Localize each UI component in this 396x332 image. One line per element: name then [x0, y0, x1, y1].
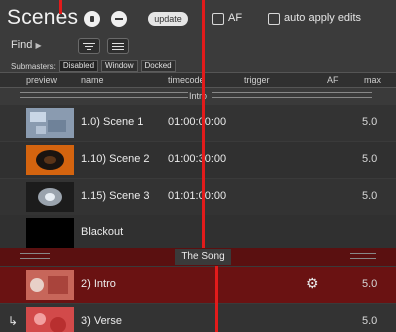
filter-icon-line	[85, 45, 93, 47]
list-icon-line	[112, 45, 124, 47]
scene-max: 5.0	[362, 190, 378, 202]
window-title: Scenes	[7, 6, 79, 29]
group-divider-lines	[350, 253, 376, 259]
scene-name: 2) Intro	[81, 278, 116, 290]
filter-icon-line	[87, 48, 91, 50]
group-divider-lines	[20, 92, 188, 98]
scene-name: 1.10) Scene 2	[81, 153, 150, 165]
scene-row[interactable]: 1.0) Scene 1 01:00:00:00 5.0	[0, 105, 396, 141]
submasters-option-docked[interactable]: Docked	[140, 60, 176, 72]
scene-name: Blackout	[81, 226, 124, 238]
annotation-marker	[59, 0, 62, 14]
scene-max: 5.0	[362, 116, 378, 128]
auto-apply-edits-label: auto apply edits	[284, 12, 362, 24]
annotation-marker	[202, 0, 205, 248]
scene-preview-thumbnail	[26, 218, 74, 248]
column-trigger[interactable]: trigger	[244, 75, 270, 85]
remove-scene-button[interactable]	[111, 11, 127, 27]
update-button[interactable]: update	[148, 12, 188, 26]
scene-row[interactable]: 1.15) Scene 3 01:01:00:00 5.0	[0, 179, 396, 215]
scene-timecode: 01:01:00:00	[168, 190, 227, 202]
find-label: Find	[11, 39, 33, 51]
add-scene-button[interactable]	[84, 11, 100, 27]
auto-apply-edits-checkbox[interactable]	[268, 13, 280, 25]
scene-name: 3) Verse	[81, 315, 122, 327]
scene-row-selected[interactable]: 2) Intro ⚙ 5.0	[0, 267, 396, 303]
annotation-marker	[215, 266, 218, 332]
column-timecode[interactable]: timecode	[168, 75, 205, 85]
group-label: The Song	[175, 249, 231, 265]
group-divider-lines	[20, 253, 50, 259]
scene-timecode: 01:00:30:00	[168, 153, 227, 165]
list-icon-line	[112, 42, 124, 44]
filter-button[interactable]	[78, 38, 100, 54]
scene-row[interactable]: Blackout	[0, 215, 396, 251]
submasters-option-disabled[interactable]: Disabled	[58, 60, 99, 72]
list-icon-line	[112, 48, 124, 50]
scene-row[interactable]: 1.10) Scene 2 01:00:30:00 5.0	[0, 142, 396, 178]
column-header: preview name timecode trigger AF max	[0, 72, 396, 88]
filter-icon-line	[83, 42, 95, 44]
column-preview[interactable]: preview	[26, 75, 57, 85]
column-name[interactable]: name	[81, 75, 104, 85]
scene-preview-thumbnail	[26, 307, 74, 332]
scene-preview-thumbnail	[26, 145, 74, 175]
af-checkbox[interactable]	[212, 13, 224, 25]
af-checkbox-label: AF	[228, 12, 243, 24]
group-divider-lines	[212, 92, 372, 98]
scene-preview-thumbnail	[26, 182, 74, 212]
scene-timecode: 01:00:00:00	[168, 116, 227, 128]
submasters-label: Submasters:	[11, 61, 56, 71]
column-max[interactable]: max	[364, 75, 381, 85]
disclosure-triangle-icon: ▶	[35, 41, 42, 50]
submasters-selector: Submasters: Disabled Window Docked	[11, 60, 176, 72]
find-toggle[interactable]: Find ▶	[11, 39, 42, 51]
group-header-intro[interactable]: Intro	[0, 89, 396, 103]
scene-name: 1.0) Scene 1	[81, 116, 144, 128]
submasters-option-window[interactable]: Window	[101, 60, 138, 72]
scene-preview-thumbnail	[26, 270, 74, 300]
column-af[interactable]: AF	[327, 75, 339, 85]
gear-icon[interactable]: ⚙	[306, 275, 319, 292]
scene-name: 1.15) Scene 3	[81, 190, 150, 202]
scene-max: 5.0	[362, 153, 378, 165]
follow-arrow-icon: ↳	[8, 314, 19, 328]
scene-row[interactable]: ↳ 3) Verse 5.0	[0, 304, 396, 332]
scene-max: 5.0	[362, 278, 378, 290]
record-icon	[90, 16, 94, 22]
scene-max: 5.0	[362, 315, 378, 327]
scene-preview-thumbnail	[26, 108, 74, 138]
minus-icon	[115, 18, 123, 20]
sort-button[interactable]	[107, 38, 129, 54]
